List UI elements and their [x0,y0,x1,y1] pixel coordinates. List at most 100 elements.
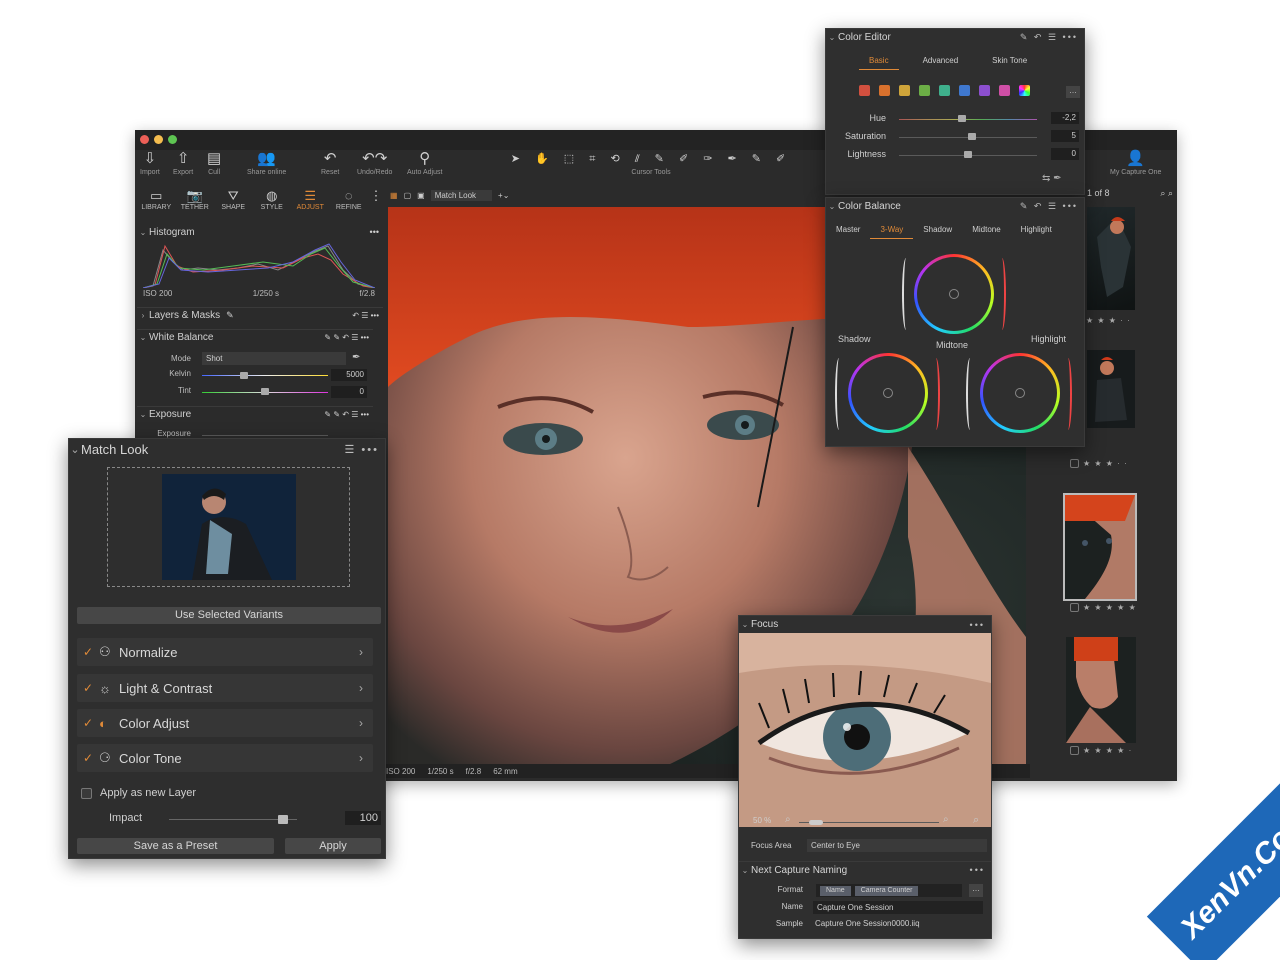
zoom-out-icon[interactable]: ⌕ [785,814,791,825]
tab-advanced[interactable]: Advanced [913,54,969,70]
color-swatch[interactable] [919,85,930,96]
more-colors-button[interactable]: … [1066,86,1080,98]
use-selected-variants-button[interactable]: Use Selected Variants [77,607,381,624]
focus-area-select[interactable]: Center to Eye [807,839,987,852]
check-icon[interactable]: ✓ [77,751,99,765]
color-swatch[interactable] [879,85,890,96]
shadow-sat-arc[interactable] [932,358,940,430]
exposure-header[interactable]: ⌄ Exposure ✎ ✎ ↶ ☰ ••• [137,406,373,422]
focus-header[interactable]: ⌄ Focus ••• [739,616,991,633]
kelvin-slider[interactable] [202,375,328,376]
lightness-value[interactable]: 0 [1051,148,1079,160]
kelvin-slider-knob[interactable] [239,372,248,379]
thumbnail[interactable] [1087,350,1135,428]
zoom-window-button[interactable] [168,135,177,144]
tab-style[interactable]: ◍ STYLE [253,187,292,219]
tab-tether[interactable]: 📷 TETHER [176,187,215,219]
highlight-luma-arc[interactable] [966,358,974,430]
panel-menu-icon[interactable]: ☰ ••• [345,443,379,456]
focus-zoom-knob[interactable] [809,820,823,825]
color-swatch[interactable] [859,85,870,96]
add-icon[interactable]: +⌄ [498,191,509,200]
wb-mode-select[interactable]: Shot [202,352,346,365]
thumbnail[interactable] [1087,207,1135,310]
histogram-header[interactable]: ⌄ Histogram ••• [137,224,383,240]
white-balance-header[interactable]: ⌄ White Balance ✎ ✎ ↶ ☰ ••• [137,329,373,345]
export-button[interactable]: ⇧ Export [173,150,193,185]
search-icon[interactable]: ⌕ ⌕ [1160,188,1173,199]
select-checkbox[interactable] [1070,746,1079,755]
cursor-tools[interactable]: ➤ ✋ ⬚ ⌗ ⟲ ⫽ ✎ ✐ ✑ ✒ ✎ ✐ Cursor Tools [501,150,801,185]
share-online-button[interactable]: 👥 Share online [247,150,286,185]
compare-view-icon[interactable]: ▣ [417,191,425,200]
apply-layer-checkbox[interactable] [81,787,92,799]
color-tone-row[interactable]: ✓ ⚆ Color Tone › [77,744,373,772]
highlight-sat-arc[interactable] [1064,358,1072,430]
hue-value[interactable]: -2,2 [1051,112,1079,124]
tab-library[interactable]: ▭ LIBRARY [137,187,176,219]
tab-midtone[interactable]: Midtone [962,223,1010,239]
highlight-wheel-handle[interactable] [1015,388,1025,398]
save-preset-button[interactable]: Save as a Preset [77,838,274,854]
saturation-value[interactable]: 5 [1051,130,1079,142]
tab-refine[interactable]: ◌ REFINE [330,187,369,219]
select-checkbox[interactable] [1070,603,1079,612]
undo-redo-button[interactable]: ↶↷ Undo/Redo [357,150,392,185]
all-colors-swatch[interactable] [1019,85,1030,96]
tab-adjust[interactable]: ☰ ADJUST [291,187,330,219]
color-swatch[interactable] [979,85,990,96]
light-contrast-row[interactable]: ✓ ☼ Light & Contrast › [77,674,373,702]
normalize-row[interactable]: ✓ ⚇ Normalize › [77,638,373,666]
name-field[interactable]: Capture One Session [813,901,983,914]
color-swatch[interactable] [959,85,970,96]
lightness-slider-knob[interactable] [964,151,972,158]
rating-stars[interactable]: ★ ★ ★ ★ ★ [1070,603,1137,612]
tab-skin-tone[interactable]: Skin Tone [982,54,1037,70]
thumbnail[interactable] [1066,637,1136,743]
picker-icons[interactable]: ⇆ ✒ [1042,173,1062,184]
name-token[interactable]: Name [820,885,851,896]
camera-counter-token[interactable]: Camera Counter [854,885,919,896]
impact-value[interactable]: 100 [345,811,381,825]
color-editor-header[interactable]: ⌄ Color Editor ✎ ↶ ☰ ••• [826,29,1084,46]
cull-button[interactable]: ▤ Cull [207,150,221,185]
impact-slider-knob[interactable] [277,815,288,824]
tab-master[interactable]: Master [826,223,870,239]
saturation-slider-knob[interactable] [968,133,977,140]
more-tabs-button[interactable]: ⋮ [368,187,384,219]
exposure-slider[interactable] [202,435,328,436]
eyedropper-icon[interactable]: ✒ [352,352,360,363]
midtone-luma-arc[interactable] [902,258,910,330]
color-adjust-row[interactable]: ✓ ◐ Color Adjust › [77,709,373,737]
select-checkbox[interactable] [1070,459,1079,468]
apply-button[interactable]: Apply [285,838,381,854]
thumbnail-selected[interactable] [1063,493,1137,601]
search-icon[interactable]: ⌕ [973,814,979,827]
next-capture-naming-header[interactable]: ⌄ Next Capture Naming ••• [739,861,991,878]
shadow-luma-arc[interactable] [835,358,843,430]
color-balance-header[interactable]: ⌄ Color Balance ✎ ↶ ☰ ••• [826,198,1084,215]
rating-stars[interactable]: ★ ★ ★ ★ · [1070,746,1132,755]
match-look-header[interactable]: ⌄ Match Look ☰ ••• [69,439,385,459]
format-field[interactable]: Name Camera Counter [816,884,962,897]
single-view-icon[interactable]: ▢ [404,191,412,200]
tint-slider-knob[interactable] [261,388,269,395]
tab-basic[interactable]: Basic [859,54,899,70]
rating-stars[interactable]: ★ ★ ★ · · [1070,459,1128,468]
more-icon[interactable]: ••• [370,227,379,237]
tab-3-way[interactable]: 3-Way [870,223,914,239]
more-icon[interactable]: ••• [970,865,985,875]
format-options-button[interactable]: … [969,884,983,897]
panel-actions-icon[interactable]: ✎ ✎ ↶ ☰ ••• [324,333,369,342]
layers-masks-header[interactable]: › Layers & Masks ✎ ↶ ☰ ••• [137,307,383,323]
close-window-button[interactable] [140,135,149,144]
panel-actions-icon[interactable]: ✎ ↶ ☰ ••• [1020,32,1078,43]
panel-actions-icon[interactable]: ↶ ☰ ••• [352,311,379,320]
grid-view-icon[interactable]: ▦ [390,191,398,200]
focus-preview[interactable] [739,633,991,827]
panel-actions-icon[interactable]: ✎ ✎ ↶ ☰ ••• [324,410,369,419]
minimize-window-button[interactable] [154,135,163,144]
my-capture-one-button[interactable]: 👤 My Capture One [1110,150,1161,185]
tab-shape[interactable]: ⛛ SHAPE [214,187,253,219]
zoom-in-icon[interactable]: ⌕ [943,814,949,825]
